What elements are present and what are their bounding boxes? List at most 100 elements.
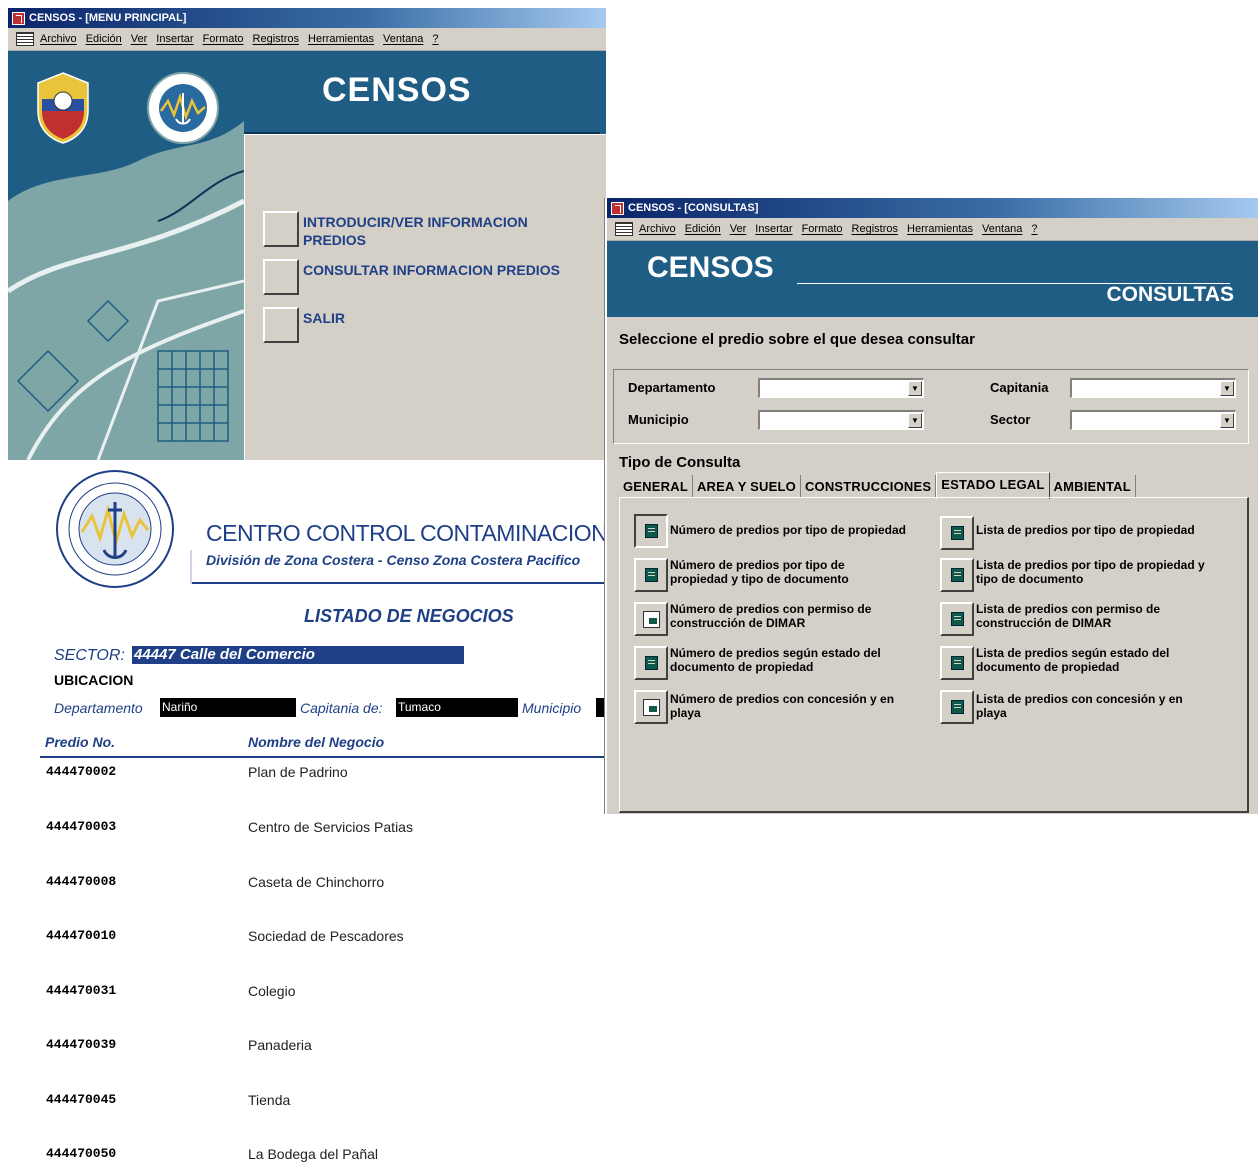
query-label-left-2-line1: Número de predios por tipo de: [670, 558, 845, 572]
chevron-down-icon[interactable]: ▼: [908, 413, 922, 428]
consultas-titlebar[interactable]: CENSOS - [CONSULTAS]: [607, 198, 1258, 218]
table-row-id: 444470002: [46, 764, 117, 779]
report-icon: [950, 656, 964, 670]
chevron-down-icon[interactable]: ▼: [908, 381, 922, 396]
departamento-combo[interactable]: ▼: [758, 378, 924, 398]
query-label-right-3: Lista de predios con permiso de construc…: [976, 602, 1160, 630]
query-label-left-5-line2: playa: [670, 706, 701, 720]
query-label-right-5: Lista de predios con concesión y en play…: [976, 692, 1183, 720]
menu-help[interactable]: ?: [432, 33, 438, 45]
query-label-left-3-line1: Número de predios con permiso de: [670, 602, 872, 616]
query-button-left-3[interactable]: [634, 602, 668, 636]
introducir-ver-button[interactable]: [263, 211, 299, 247]
main-menu-titlebar[interactable]: CENSOS - [MENU PRINCIPAL]: [8, 8, 606, 28]
menu-ver[interactable]: Ver: [730, 223, 747, 235]
query-button-left-1[interactable]: [634, 514, 668, 548]
query-button-left-4[interactable]: [634, 646, 668, 680]
form-icon[interactable]: [615, 222, 633, 236]
menu-edicion[interactable]: Edición: [685, 223, 721, 235]
menu-insertar[interactable]: Insertar: [755, 223, 792, 235]
query-label-right-1: Lista de predios por tipo de propiedad: [976, 523, 1195, 537]
municipio-value: [596, 698, 604, 717]
query-label-right-4-line1: Lista de predios según estado del: [976, 646, 1170, 660]
menu-edicion[interactable]: Edición: [86, 33, 122, 45]
menu-insertar[interactable]: Insertar: [156, 33, 193, 45]
tipo-consulta-label: Tipo de Consulta: [619, 454, 741, 471]
menu-ventana[interactable]: Ventana: [383, 33, 423, 45]
query-label-left-3-line2: construcción de DIMAR: [670, 616, 806, 630]
form-icon[interactable]: [16, 32, 34, 46]
menu-archivo[interactable]: Archivo: [40, 33, 77, 45]
departamento-filter-label: Departamento: [628, 380, 716, 395]
menu-herramientas[interactable]: Herramientas: [907, 223, 973, 235]
table-row-name: Panaderia: [248, 1037, 312, 1053]
query-label-right-5-line1: Lista de predios con concesión y en: [976, 692, 1183, 706]
table-row-id: 444470031: [46, 983, 117, 998]
tab-ambiental[interactable]: AMBIENTAL: [1050, 475, 1136, 497]
query-label-left-2: Número de predios por tipo de propiedad …: [670, 558, 849, 586]
capitania-filter-label: Capitania: [990, 380, 1049, 395]
sector-label: SECTOR:: [54, 647, 125, 664]
menu-ver[interactable]: Ver: [131, 33, 148, 45]
header-divider-vertical: [190, 550, 192, 584]
query-label-right-4: Lista de predios según estado del docume…: [976, 646, 1169, 674]
query-button-right-5[interactable]: [940, 690, 974, 724]
query-button-right-3[interactable]: [940, 602, 974, 636]
main-banner: CENSOS: [244, 51, 606, 134]
tab-estado-legal[interactable]: ESTADO LEGAL: [936, 472, 1050, 499]
cccp-seal-logo: [147, 72, 219, 144]
chart-icon: [642, 698, 660, 716]
salir-label: SALIR: [303, 310, 345, 326]
capitania-combo[interactable]: ▼: [1070, 378, 1236, 398]
tab-construcciones[interactable]: CONSTRUCCIONES: [801, 475, 937, 497]
query-label-left-5-line1: Número de predios con concesión y en: [670, 692, 895, 706]
report-icon: [644, 656, 658, 670]
query-label-left-3: Número de predios con permiso de constru…: [670, 602, 871, 630]
report-icon: [644, 568, 658, 582]
filter-group: Departamento ▼ Capitania ▼ Municipio ▼ S…: [613, 369, 1249, 444]
menu-herramientas[interactable]: Herramientas: [308, 33, 374, 45]
consultas-body: Seleccione el predio sobre el que desea …: [607, 317, 1258, 814]
menu-help[interactable]: ?: [1031, 223, 1037, 235]
chevron-down-icon[interactable]: ▼: [1220, 381, 1234, 396]
query-label-left-4: Número de predios según estado del docum…: [670, 646, 881, 674]
query-button-left-2[interactable]: [634, 558, 668, 592]
introducir-ver-label-line2: PREDIOS: [303, 232, 367, 248]
table-row-id: 444470003: [46, 819, 117, 834]
salir-button[interactable]: [263, 307, 299, 343]
window-title: CENSOS - [CONSULTAS]: [628, 202, 759, 214]
menu-registros[interactable]: Registros: [253, 33, 299, 45]
municipio-combo[interactable]: ▼: [758, 410, 924, 430]
menu-registros[interactable]: Registros: [852, 223, 898, 235]
menu-archivo[interactable]: Archivo: [639, 223, 676, 235]
sector-combo[interactable]: ▼: [1070, 410, 1236, 430]
query-button-left-5[interactable]: [634, 690, 668, 724]
table-row-name: Tienda: [248, 1092, 291, 1108]
tab-general[interactable]: GENERAL: [619, 475, 693, 497]
sector-filter-label: Sector: [990, 412, 1031, 427]
departamento-label: Departamento: [54, 700, 143, 716]
table-row-name: Sociedad de Pescadores: [248, 928, 404, 944]
menu-ventana[interactable]: Ventana: [982, 223, 1022, 235]
tab-area-suelo[interactable]: AREA Y SUELO: [693, 475, 801, 497]
access-app-icon: [611, 201, 624, 215]
table-row-id: 444470008: [46, 874, 117, 889]
departamento-value: Nariño: [160, 698, 296, 717]
menu-formato[interactable]: Formato: [203, 33, 244, 45]
column-header-rule: [40, 756, 604, 758]
table-row-id: 444470039: [46, 1037, 117, 1052]
consultas-banner: CENSOS CONSULTAS: [607, 241, 1258, 317]
chevron-down-icon[interactable]: ▼: [1220, 413, 1234, 428]
query-button-right-2[interactable]: [940, 558, 974, 592]
query-button-right-1[interactable]: [940, 516, 974, 550]
report-icon: [950, 700, 964, 714]
query-button-right-4[interactable]: [940, 646, 974, 680]
query-label-right-4-line2: documento de propiedad: [976, 660, 1120, 674]
introducir-ver-label: INTRODUCIR/VER INFORMACION PREDIOS: [303, 213, 528, 249]
query-label-right-3-line2: construcción de DIMAR: [976, 616, 1112, 630]
query-label-left-5: Número de predios con concesión y en pla…: [670, 692, 894, 720]
menu-formato[interactable]: Formato: [802, 223, 843, 235]
municipio-filter-label: Municipio: [628, 412, 689, 427]
consultas-menubar: Archivo Edición Ver Insertar Formato Reg…: [607, 218, 1258, 241]
consultar-button[interactable]: [263, 259, 299, 295]
